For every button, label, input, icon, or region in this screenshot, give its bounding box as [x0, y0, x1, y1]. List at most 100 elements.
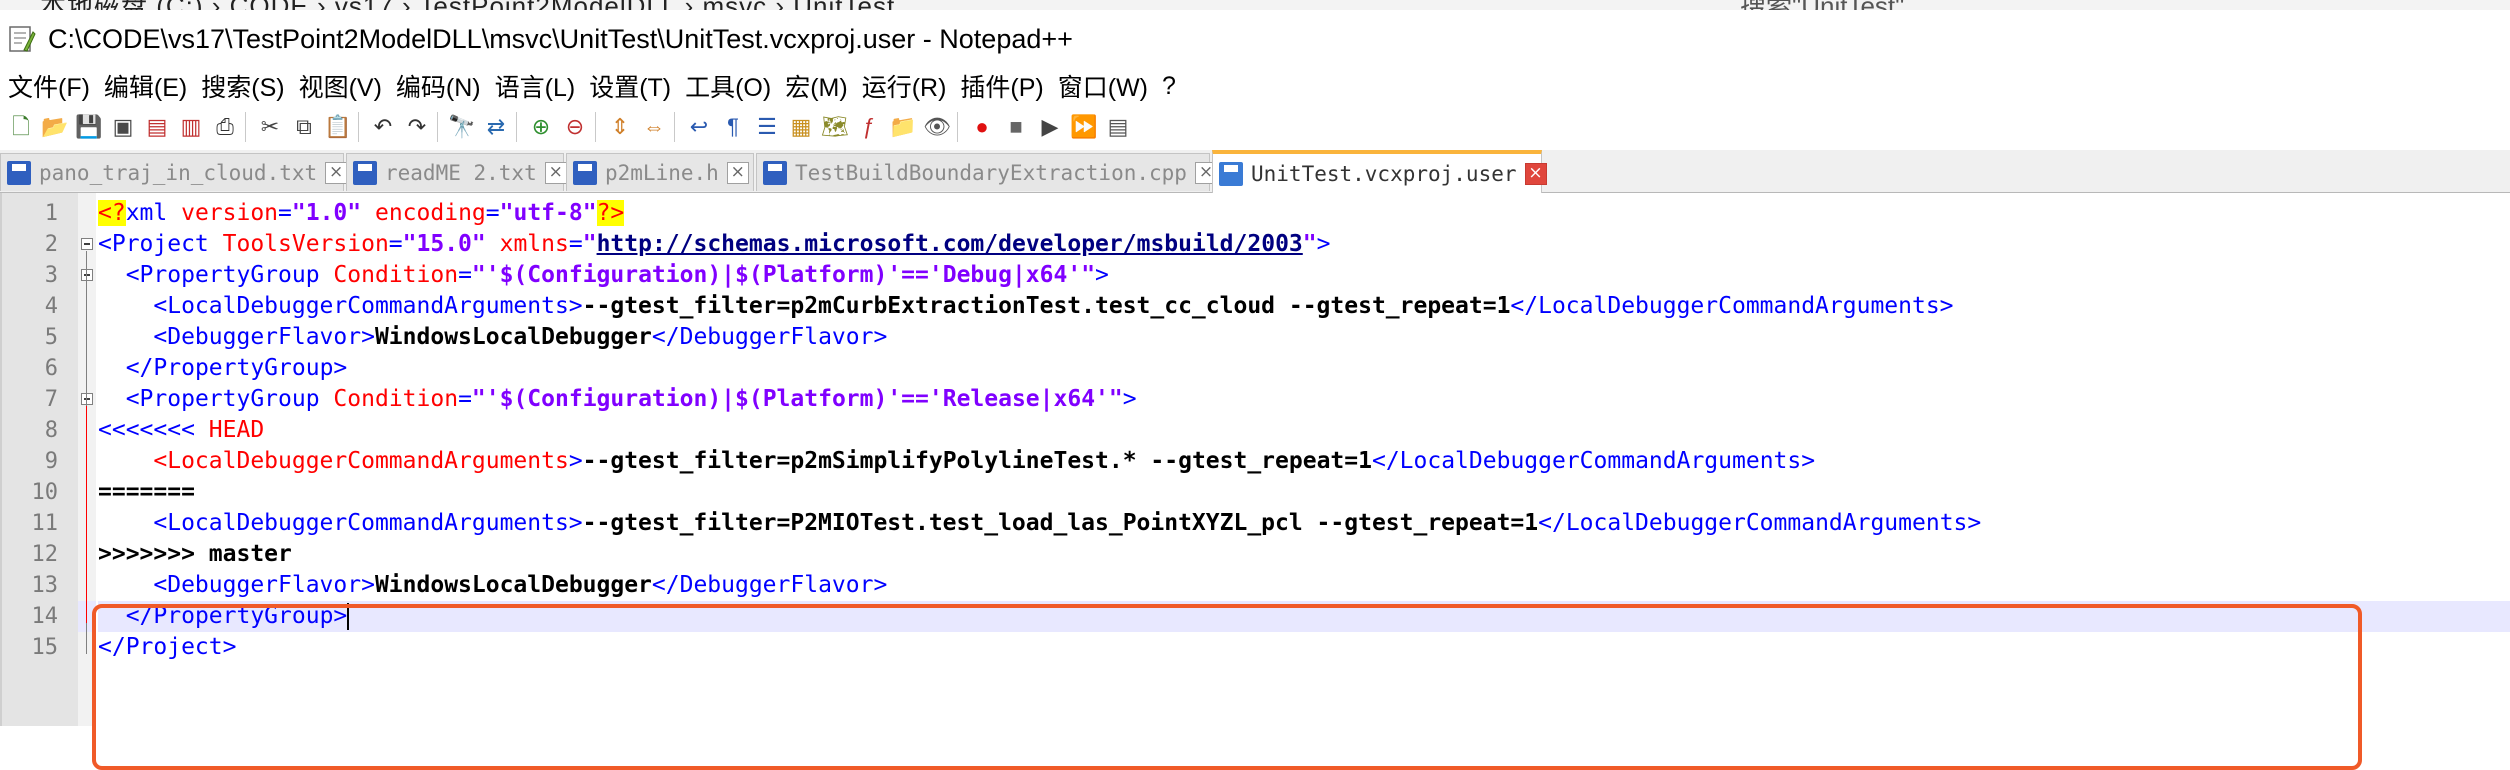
line-number: 6: [44, 356, 58, 381]
code-token: xml: [125, 200, 168, 226]
function-list-icon[interactable]: ƒ: [854, 112, 884, 142]
menu-item-9[interactable]: 运行(R): [854, 68, 953, 104]
monitoring-icon[interactable]: 👁: [922, 112, 952, 142]
save-all-icon[interactable]: ▣: [108, 112, 138, 142]
current-line-marker: [78, 601, 96, 632]
fold-toggle-icon[interactable]: [81, 393, 93, 405]
close-tab-icon[interactable]: ×: [1524, 162, 1547, 185]
code-line[interactable]: <LocalDebuggerCommandArguments>--gtest_f…: [98, 508, 2510, 539]
zoom-out-icon[interactable]: ⊖: [560, 112, 590, 142]
undo-icon[interactable]: ↶: [368, 112, 398, 142]
line-number: 10: [31, 480, 59, 505]
code-token: </DebuggerFlavor>: [651, 324, 888, 350]
print-icon[interactable]: ⎙: [210, 112, 240, 142]
editor-pane[interactable]: 1 2 3 4 5 6 7 8 9 10 11 12 13 14 15 <?xml version="1.0…: [0, 193, 2510, 770]
code-token: Condition: [319, 386, 459, 412]
cut-icon[interactable]: ✂: [255, 112, 285, 142]
tab-label: pano_traj_in_cloud.txt: [39, 160, 318, 185]
macro-stop-icon[interactable]: ■: [1001, 112, 1031, 142]
document-tab-bar: pano_traj_in_cloud.txt × readME 2.txt × p2mL…: [0, 150, 2510, 193]
code-line[interactable]: <DebuggerFlavor>WindowsLocalDebugger</De…: [98, 570, 2510, 601]
fold-toggle-icon[interactable]: [81, 269, 93, 281]
menu-item-3[interactable]: 视图(V): [291, 68, 388, 104]
close-all-icon[interactable]: ▥: [176, 112, 206, 142]
code-line[interactable]: <<<<<<< HEAD: [98, 415, 2510, 446]
code-token: </Project>: [98, 634, 237, 660]
code-token: </LocalDebuggerCommandArguments>: [1510, 293, 1954, 319]
tab-label: TestBuildBoundaryExtraction.cpp: [795, 160, 1187, 185]
close-tab-icon[interactable]: ×: [726, 161, 749, 184]
menu-item-7[interactable]: 工具(O): [677, 68, 777, 104]
tab-readme-2-txt[interactable]: readME 2.txt ×: [346, 153, 567, 191]
code-token: HEAD: [208, 417, 265, 443]
replace-icon[interactable]: ⇄: [481, 112, 511, 142]
macro-save-icon[interactable]: ▤: [1103, 112, 1133, 142]
code-line[interactable]: <PropertyGroup Condition="'$(Configurati…: [98, 384, 2510, 415]
save-icon[interactable]: 💾: [74, 112, 104, 142]
macro-play-icon[interactable]: ▶: [1035, 112, 1065, 142]
code-token: =: [485, 200, 500, 226]
close-tab-icon[interactable]: ×: [325, 161, 348, 184]
fold-toggle-icon[interactable]: [81, 238, 93, 250]
menu-item-12[interactable]: ?: [1154, 72, 1182, 101]
code-line[interactable]: <Project ToolsVersion="15.0" xmlns="http…: [98, 229, 2510, 260]
folder-workspace-icon[interactable]: 📁: [888, 112, 918, 142]
code-token: =: [388, 231, 403, 257]
menu-item-6[interactable]: 设置(T): [581, 68, 677, 104]
line-number: 1: [44, 201, 58, 226]
find-icon[interactable]: 🔭: [447, 112, 477, 142]
menu-item-4[interactable]: 编码(N): [388, 68, 487, 104]
code-token: <LocalDebuggerCommandArguments>: [153, 510, 583, 536]
sync-vertical-icon[interactable]: ⇕: [605, 112, 635, 142]
redo-icon[interactable]: ↷: [402, 112, 432, 142]
code-line[interactable]: <LocalDebuggerCommandArguments>--gtest_f…: [98, 291, 2510, 322]
macro-play-multiple-icon[interactable]: ⏩: [1069, 112, 1099, 142]
code-line[interactable]: </PropertyGroup>: [98, 601, 2510, 632]
zoom-in-icon[interactable]: ⊕: [526, 112, 556, 142]
text-caret: [347, 603, 350, 630]
copy-icon[interactable]: ⧉: [289, 112, 319, 142]
macro-record-icon[interactable]: ●: [967, 112, 997, 142]
tab-pano-traj-in-cloud-txt[interactable]: pano_traj_in_cloud.txt ×: [0, 153, 348, 191]
tab-testbuildboundaryextraction-cpp[interactable]: TestBuildBoundaryExtraction.cpp ×: [756, 153, 1217, 191]
code-line[interactable]: </Project>: [98, 632, 2510, 663]
notepadpp-app-icon[interactable]: [6, 24, 36, 54]
menu-item-11[interactable]: 窗口(W): [1050, 68, 1154, 104]
close-file-icon[interactable]: ▤: [142, 112, 172, 142]
paste-icon[interactable]: 📋: [323, 112, 353, 142]
toolbar: 🗋 📂 💾 ▣ ▤ ▥ ⎙ ✂ ⧉ 📋 ↶ ↷ 🔭 ⇄ ⊕ ⊖ ⇕ ⇔ ↩ ¶ ☰ ▦ 🗺 ƒ 📁 👁 ● ■ ▶ ⏩ ▤: [0, 106, 2510, 148]
close-tab-icon[interactable]: ×: [544, 161, 567, 184]
indent-guide-icon[interactable]: ☰: [752, 112, 782, 142]
menu-item-2[interactable]: 搜索(S): [193, 68, 290, 104]
code-token: =: [278, 200, 292, 226]
user-language-icon[interactable]: ▦: [786, 112, 816, 142]
menu-item-1[interactable]: 编辑(E): [96, 68, 193, 104]
menu-item-8[interactable]: 宏(M): [777, 68, 853, 104]
sync-horizontal-icon[interactable]: ⇔: [639, 112, 669, 142]
document-map-icon[interactable]: 🗺: [820, 112, 850, 142]
code-line[interactable]: =======: [98, 477, 2510, 508]
show-all-chars-icon[interactable]: ¶: [718, 112, 748, 142]
code-token: version: [167, 200, 279, 226]
line-number: 3: [44, 263, 58, 288]
tab-unittest-vcxproj-user[interactable]: UnitTest.vcxproj.user ×: [1212, 150, 1547, 193]
code-line[interactable]: >>>>>>> master: [98, 539, 2510, 570]
code-line[interactable]: </PropertyGroup>: [98, 353, 2510, 384]
code-token: http://schemas.microsoft.com/developer/m…: [596, 231, 1303, 257]
new-file-icon[interactable]: 🗋: [6, 112, 36, 142]
open-file-icon[interactable]: 📂: [40, 112, 70, 142]
code-token: </LocalDebuggerCommandArguments>: [1371, 448, 1816, 474]
menu-item-5[interactable]: 语言(L): [487, 68, 582, 104]
code-token: "1.0": [291, 200, 362, 226]
code-token: =: [458, 262, 472, 288]
code-line[interactable]: <PropertyGroup Condition="'$(Configurati…: [98, 260, 2510, 291]
menu-item-10[interactable]: 插件(P): [952, 68, 1049, 104]
tab-p2mline-h[interactable]: p2mLine.h ×: [566, 153, 754, 191]
background-window-strip: 本地磁盘 (C:) › CODE › vs17 › TestPoint2Mode…: [0, 0, 2510, 10]
word-wrap-icon[interactable]: ↩: [684, 112, 714, 142]
title-bar[interactable]: C:\CODE\vs17\TestPoint2ModelDLL\msvc\Uni…: [0, 10, 2510, 68]
code-line[interactable]: <LocalDebuggerCommandArguments>--gtest_f…: [98, 446, 2510, 477]
code-line[interactable]: <DebuggerFlavor>WindowsLocalDebugger</De…: [98, 322, 2510, 353]
code-line[interactable]: <?xml version="1.0" encoding="utf-8"?>: [98, 198, 2510, 229]
menu-item-0[interactable]: 文件(F): [0, 68, 96, 104]
